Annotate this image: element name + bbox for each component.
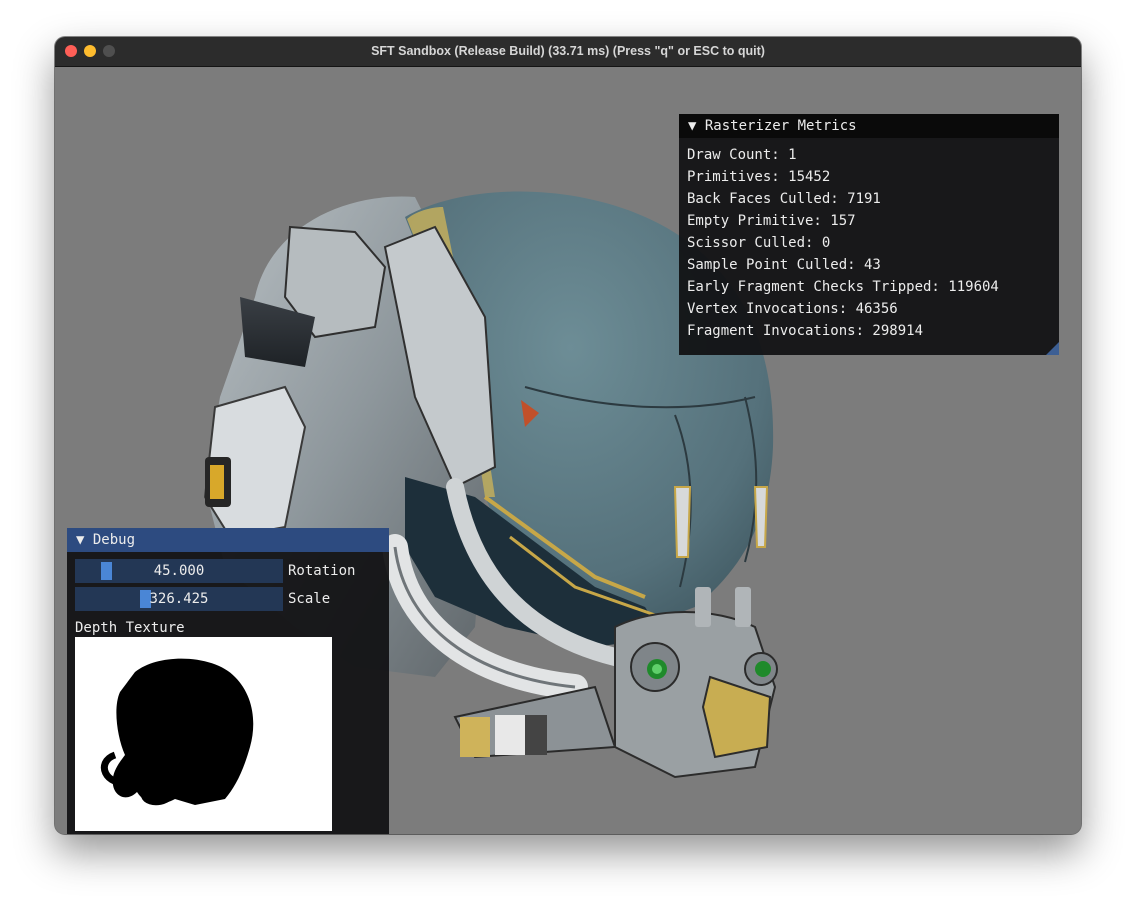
- scale-value: 326.425: [149, 591, 209, 607]
- metric-empty-primitive: Empty Primitive: 157: [687, 213, 856, 229]
- metric-early-fragment-checks: Early Fragment Checks Tripped: 119604: [687, 279, 999, 295]
- app-window: SFT Sandbox (Release Build) (33.71 ms) (…: [55, 37, 1081, 834]
- scale-slider[interactable]: 326.425: [75, 587, 283, 611]
- title-bar[interactable]: SFT Sandbox (Release Build) (33.71 ms) (…: [55, 37, 1081, 67]
- metrics-resize-grip[interactable]: [1046, 342, 1059, 355]
- window-title: SFT Sandbox (Release Build) (33.71 ms) (…: [371, 44, 765, 58]
- metric-fragment-invocations: Fragment Invocations: 298914: [687, 323, 924, 339]
- metric-primitives: Primitives: 15452: [687, 169, 831, 185]
- rotation-slider[interactable]: 45.000: [75, 559, 283, 583]
- debug-panel-header[interactable]: ▼ Debug: [67, 528, 389, 552]
- debug-panel[interactable]: ▼ Debug 45.000 Rotation 326.425 Scale De…: [67, 528, 389, 834]
- rotation-label: Rotation: [288, 563, 356, 579]
- depth-texture-label: Depth Texture: [75, 620, 185, 636]
- metric-sample-point-culled: Sample Point Culled: 43: [687, 257, 881, 273]
- rotation-value: 45.000: [153, 563, 205, 579]
- render-viewport[interactable]: ▼ Rasterizer Metrics Draw Count: 1 Primi…: [55, 67, 1081, 834]
- scale-label: Scale: [288, 591, 331, 607]
- rotation-slider-grab[interactable]: [101, 562, 112, 580]
- metric-vertex-invocations: Vertex Invocations: 46356: [687, 301, 898, 317]
- metric-scissor-culled: Scissor Culled: 0: [687, 235, 831, 251]
- metric-back-faces-culled: Back Faces Culled: 7191: [687, 191, 881, 207]
- depth-texture-image: [75, 637, 332, 831]
- metric-draw-count: Draw Count: 1: [687, 147, 797, 163]
- metrics-panel-header[interactable]: ▼ Rasterizer Metrics: [679, 114, 1059, 138]
- rasterizer-metrics-panel[interactable]: ▼ Rasterizer Metrics Draw Count: 1 Primi…: [679, 114, 1059, 355]
